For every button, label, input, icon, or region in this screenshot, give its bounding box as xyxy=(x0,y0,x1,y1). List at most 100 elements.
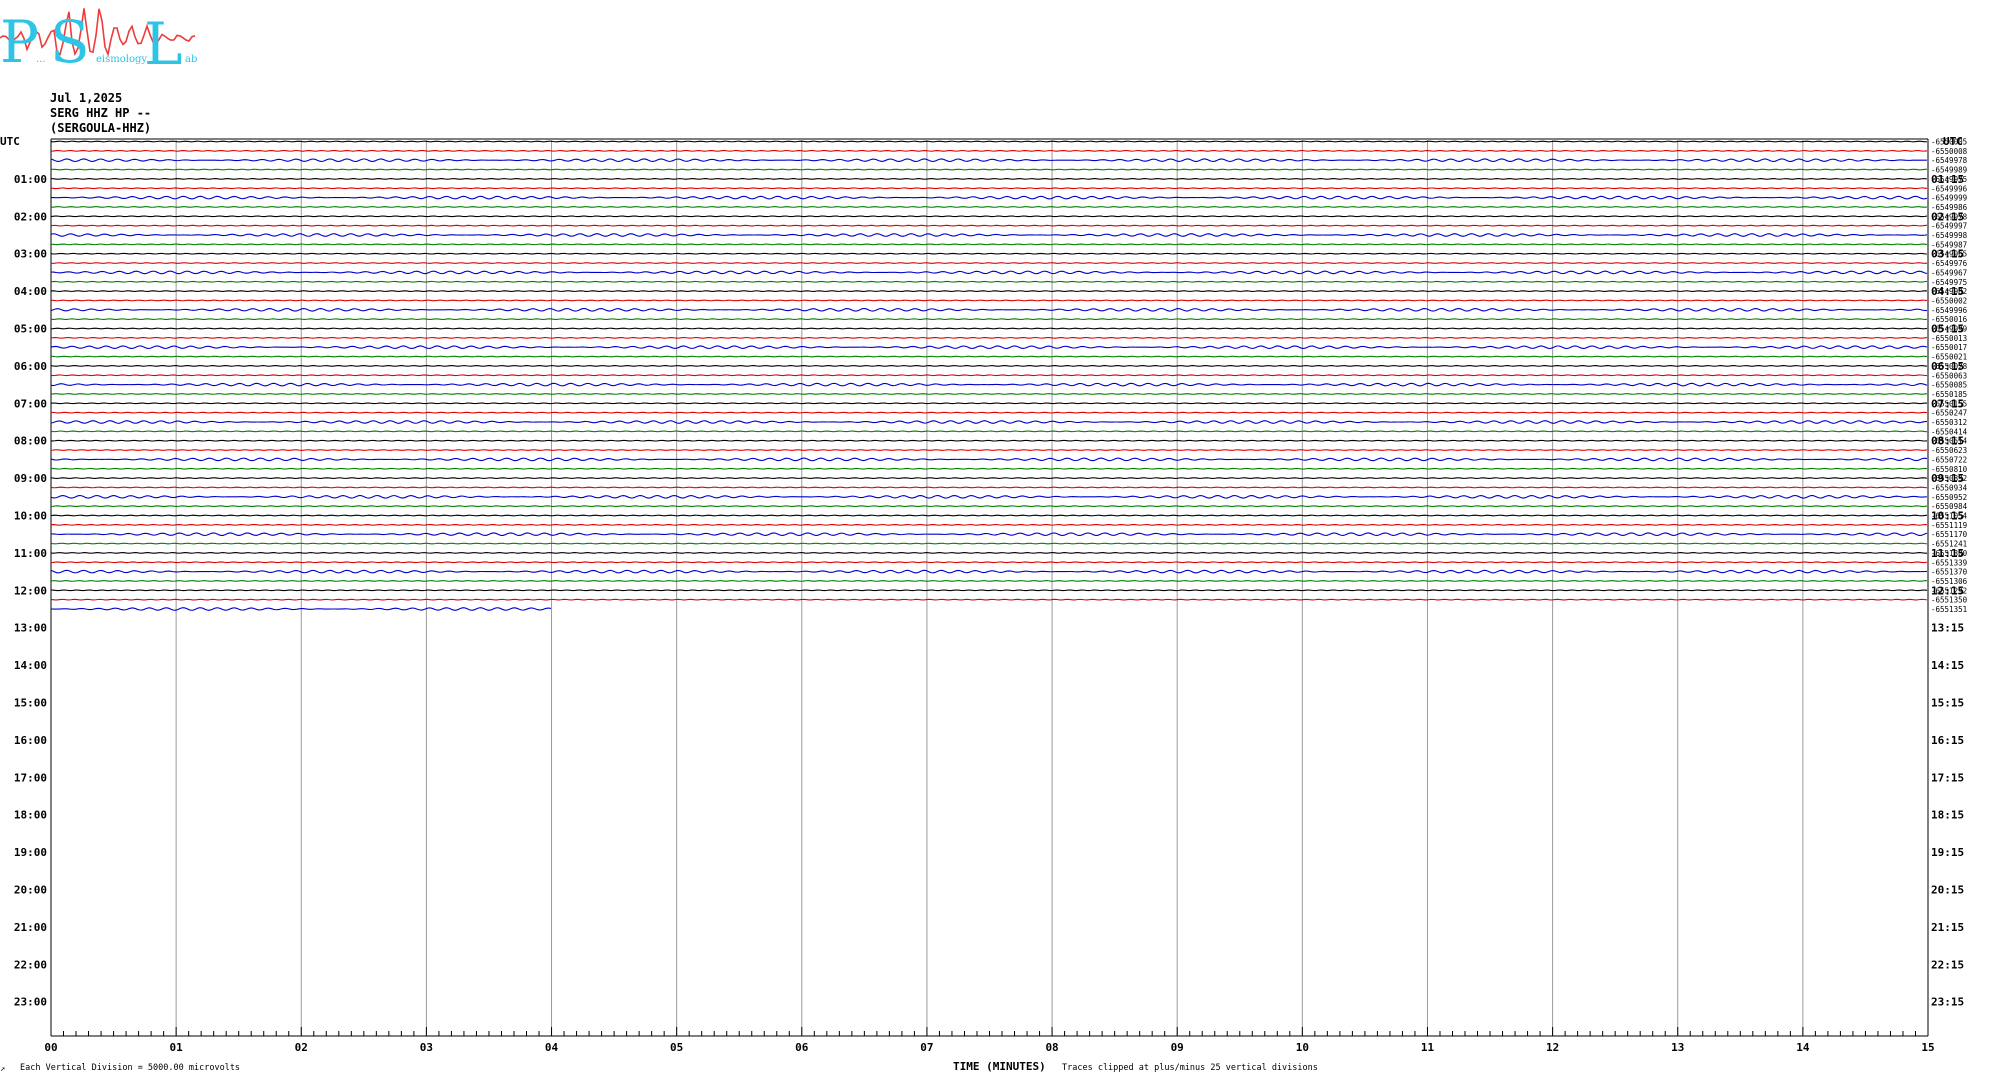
hour-label-right: 12:15 xyxy=(1931,584,1964,597)
trace-line xyxy=(50,262,1928,264)
left-axis-title: UTC xyxy=(0,135,20,148)
hour-label-right: 13:15 xyxy=(1931,622,1964,635)
right-axis-title: UTC xyxy=(1943,135,1963,148)
clip-note: Traces clipped at plus/minus 25 vertical… xyxy=(1062,1063,1318,1073)
trace-line xyxy=(50,299,1928,302)
trace-line xyxy=(50,382,1928,387)
hour-label-right: 06:15 xyxy=(1931,360,1964,373)
trace-line xyxy=(50,224,1928,227)
footer-mark: ↗ xyxy=(0,1064,6,1074)
trace-offset-label: -6551370 xyxy=(1931,568,1968,577)
trace-line xyxy=(50,523,1928,526)
hour-label-left: 19:00 xyxy=(14,846,47,859)
trace-line xyxy=(50,270,1928,275)
helicorder-plot: -6550005-6550008-6549978-6549989-6549975… xyxy=(0,135,1968,1054)
x-axis-title: TIME (MINUTES) xyxy=(953,1060,1046,1073)
hour-label-left: 11:00 xyxy=(14,547,47,560)
trace-line xyxy=(50,374,1928,377)
hour-label-left: 17:00 xyxy=(14,771,47,784)
hour-label-left: 09:00 xyxy=(14,472,47,485)
hour-label-right: 01:15 xyxy=(1931,173,1964,186)
x-tick-label: 12 xyxy=(1546,1041,1559,1054)
trace-line xyxy=(50,514,1928,517)
trace-line xyxy=(50,561,1928,564)
trace-line xyxy=(50,569,1928,574)
trace-line xyxy=(50,542,1928,545)
x-tick-label: 01 xyxy=(170,1041,184,1054)
trace-line xyxy=(50,280,1928,283)
trace-line xyxy=(50,318,1928,321)
trace-line xyxy=(50,327,1928,330)
trace-line xyxy=(50,449,1928,451)
x-tick-label: 03 xyxy=(420,1041,433,1054)
hour-label-left: 07:00 xyxy=(14,397,47,410)
hour-label-left: 13:00 xyxy=(14,622,47,635)
hour-label-right: 09:15 xyxy=(1931,472,1964,485)
hour-label-right: 16:15 xyxy=(1931,734,1964,747)
hour-label-right: 07:15 xyxy=(1931,397,1964,410)
x-tick-label: 04 xyxy=(545,1041,559,1054)
trace-line xyxy=(50,158,1928,163)
trace-offset-label: -6550017 xyxy=(1931,343,1967,352)
hour-label-right: 14:15 xyxy=(1931,659,1964,672)
hour-label-right: 18:15 xyxy=(1931,809,1964,822)
hour-label-left: 02:00 xyxy=(14,210,47,223)
x-tick-label: 11 xyxy=(1421,1041,1435,1054)
trace-line xyxy=(50,336,1928,339)
trace-offset-label: -6549999 xyxy=(1931,194,1967,203)
x-tick-label: 14 xyxy=(1796,1041,1810,1054)
x-tick-label: 08 xyxy=(1045,1041,1058,1054)
trace-line xyxy=(50,430,1928,433)
trace-line xyxy=(50,355,1928,358)
trace-line xyxy=(50,505,1928,508)
trace-line xyxy=(50,580,1928,582)
trace-line xyxy=(50,393,1928,395)
hour-label-right: 05:15 xyxy=(1931,323,1964,336)
x-tick-label: 00 xyxy=(44,1041,57,1054)
trace-line xyxy=(50,206,1928,208)
trace-line xyxy=(50,589,1928,592)
trace-offset-label: -6549978 xyxy=(1931,156,1968,165)
hour-label-left: 21:00 xyxy=(14,921,47,934)
hour-label-right: 23:15 xyxy=(1931,996,1964,1009)
trace-line xyxy=(50,411,1928,414)
trace-line xyxy=(50,402,1928,405)
trace-line xyxy=(50,233,1928,237)
trace-line xyxy=(50,486,1928,489)
hour-label-left: 08:00 xyxy=(14,435,47,448)
hour-label-left: 10:00 xyxy=(14,510,47,523)
hour-label-left: 23:00 xyxy=(14,996,47,1009)
trace-line xyxy=(50,345,1928,350)
hour-label-left: 12:00 xyxy=(14,584,47,597)
trace-offset-label: -6549967 xyxy=(1931,268,1967,277)
trace-offset-label: -6550008 xyxy=(1931,147,1968,156)
trace-line xyxy=(50,252,1928,255)
x-tick-label: 09 xyxy=(1171,1041,1184,1054)
trace-line xyxy=(50,149,1928,152)
trace-offset-label: -6550312 xyxy=(1931,418,1967,427)
x-tick-label: 02 xyxy=(295,1041,308,1054)
trace-line xyxy=(50,195,1928,200)
trace-line xyxy=(50,290,1928,292)
hour-label-left: 05:00 xyxy=(14,323,47,336)
x-tick-label: 15 xyxy=(1921,1041,1934,1054)
hour-label-left: 03:00 xyxy=(14,248,47,261)
trace-line xyxy=(50,307,1928,312)
trace-offset-label: -6550722 xyxy=(1931,455,1967,464)
hour-label-right: 15:15 xyxy=(1931,697,1964,710)
x-tick-label: 13 xyxy=(1671,1041,1684,1054)
hour-label-right: 17:15 xyxy=(1931,771,1964,784)
x-tick-label: 10 xyxy=(1296,1041,1309,1054)
hour-label-right: 11:15 xyxy=(1931,547,1964,560)
hour-label-right: 21:15 xyxy=(1931,921,1964,934)
hour-label-right: 04:15 xyxy=(1931,285,1964,298)
trace-offset-label: -6551351 xyxy=(1931,605,1967,614)
trace-line xyxy=(50,439,1928,442)
trace-offset-label: -6549996 xyxy=(1931,306,1968,315)
hour-label-left: 22:00 xyxy=(14,958,47,971)
hour-label-left: 15:00 xyxy=(14,697,47,710)
trace-offset-label: -6551170 xyxy=(1931,530,1968,539)
hour-label-right: 03:15 xyxy=(1931,248,1964,261)
trace-line xyxy=(50,243,1928,246)
hour-label-left: 18:00 xyxy=(14,809,47,822)
